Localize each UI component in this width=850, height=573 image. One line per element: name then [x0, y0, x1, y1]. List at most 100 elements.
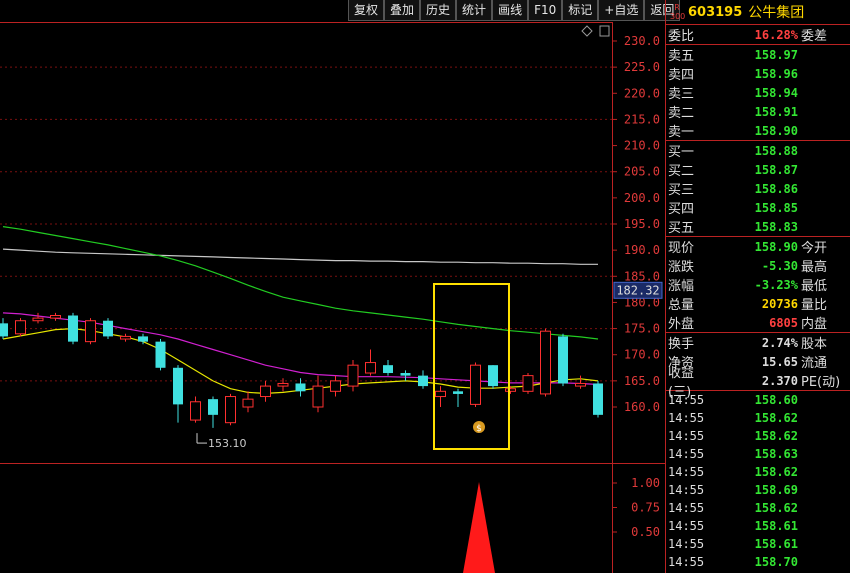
candle-body — [103, 320, 113, 337]
toolbar-fuquan-button[interactable]: 复权 — [348, 0, 385, 21]
sell-level-price: 158.97 — [754, 47, 798, 62]
quote-value: 20736 — [761, 296, 798, 311]
buy-row: 买三 158.86 — [666, 179, 850, 199]
sell-level-label: 卖四 — [668, 68, 695, 83]
tick-price: 158.63 — [754, 447, 798, 461]
chart-toolbar: 复权 叠加 历史 统计 画线 F10 标记 +自选 返回 — [348, 0, 681, 21]
sell-level-label: 卖二 — [668, 106, 695, 121]
tick-price: 158.62 — [754, 501, 798, 515]
candle-body — [208, 399, 218, 415]
kline-chart[interactable]: 230.0 225.0 220.0 215.0 210.0 205.0 200.0 195.0… — [0, 0, 665, 573]
candle-body — [0, 323, 8, 337]
candle-body — [540, 330, 551, 395]
quote-row: 涨幅 -3.23% 最低 — [666, 275, 850, 295]
tick-time: 14:55 — [668, 501, 705, 515]
buy-level-label: 买三 — [668, 183, 695, 198]
candle-body — [15, 320, 26, 335]
tick-price: 158.62 — [754, 411, 798, 425]
low-marker-label: 153.10 — [208, 437, 247, 450]
toolbar-add-watchlist-button[interactable]: +自选 — [598, 0, 645, 21]
price-axis-label: 195.0 — [624, 217, 660, 231]
price-axis-label: 185.0 — [624, 269, 660, 283]
ma-line-long — [2, 248, 598, 265]
tick-time: 14:55 — [668, 537, 705, 551]
buy-row: 买四 158.85 — [666, 198, 850, 218]
candle-body — [522, 375, 534, 392]
toolbar-f10-button[interactable]: F10 — [528, 0, 563, 21]
price-axis-label: 160.0 — [624, 400, 660, 414]
tick-price: 158.61 — [754, 537, 798, 551]
buy-level-label: 买一 — [668, 145, 695, 160]
tick-price: 158.62 — [754, 465, 798, 479]
quote-row: 总量 20736 量比 — [666, 294, 850, 314]
candle-body — [365, 362, 376, 374]
toolbar-stats-button[interactable]: 统计 — [456, 0, 493, 21]
candle-body — [173, 367, 183, 405]
quote-value: -3.23% — [754, 277, 798, 292]
sell-row: 卖一 158.90 — [666, 121, 850, 141]
sell-row: 卖二 158.91 — [666, 102, 850, 122]
tick-time: 14:55 — [668, 483, 705, 497]
quote-label2: 今开 — [801, 241, 828, 256]
candle-body — [453, 391, 463, 394]
candle-body — [558, 336, 568, 384]
tick-time: 14:55 — [668, 447, 705, 461]
candle-body — [295, 383, 306, 392]
tick-price: 158.70 — [754, 555, 798, 569]
quote-label: 外盘 — [668, 317, 695, 332]
candle-body — [138, 336, 148, 342]
candle-body — [242, 398, 254, 408]
buy-level-price: 158.85 — [754, 200, 798, 215]
quote-label: 现价 — [668, 241, 695, 256]
tick-list[interactable]: 14:55 158.60 14:55 158.62 14:55 158.62 14:55 15… — [666, 391, 850, 571]
quote-label: 涨幅 — [668, 279, 695, 294]
fundamental-row: 换手 2.74% 股本 — [666, 333, 850, 353]
toolbar-mark-button[interactable]: 标记 — [562, 0, 599, 21]
buy-level-price: 158.83 — [754, 219, 798, 234]
buy-level-price: 158.88 — [754, 143, 798, 158]
quote-label2: 量比 — [801, 298, 828, 313]
toolbar-history-button[interactable]: 历史 — [420, 0, 457, 21]
fundamental-label2: 流通 — [801, 356, 828, 371]
candle-body — [435, 390, 446, 398]
kline-chart-area[interactable]: 230.0 225.0 220.0 215.0 210.0 205.0 200.0 195.0… — [0, 0, 681, 573]
tick-time: 14:55 — [668, 465, 705, 479]
stock-name: 公牛集团 — [748, 5, 805, 21]
toolbar-overlay-button[interactable]: 叠加 — [384, 0, 421, 21]
price-axis-label: 190.0 — [624, 243, 660, 257]
sell-level-price: 158.90 — [754, 123, 798, 138]
quote-row: 外盘 6805 内盘 — [666, 313, 850, 333]
tick-row: 14:55 158.62 — [666, 463, 850, 481]
price-axis-label: 225.0 — [624, 60, 660, 74]
candle-body — [593, 383, 603, 415]
indicator-axis-label: 0.75 — [631, 501, 660, 515]
candle-body — [85, 320, 96, 343]
toolbar-draw-button[interactable]: 画线 — [492, 0, 529, 21]
quote-label: 总量 — [668, 298, 695, 313]
stock-header: R 300 603195 公牛集团 — [666, 0, 850, 25]
collapse-icon — [581, 25, 593, 37]
current-price-tag: 182.32 — [616, 283, 659, 297]
candle-body — [505, 388, 516, 392]
badge-bottom: 300 — [670, 12, 686, 21]
money-bag-glyph: $ — [476, 424, 482, 434]
candle-body — [32, 317, 44, 322]
tick-row: 14:55 158.62 — [666, 409, 850, 427]
buy-level-label: 买二 — [668, 164, 695, 179]
sell-level-label: 卖五 — [668, 49, 695, 64]
quote-row: 现价 158.90 今开 — [666, 237, 850, 257]
tick-row: 14:55 158.69 — [666, 481, 850, 499]
tick-time: 14:55 — [668, 411, 705, 425]
candle-body — [312, 385, 324, 408]
fundamental-value: 15.65 — [761, 354, 798, 369]
quote-panel: R 300 603195 公牛集团 委比 16.28% 委差 卖五 158.97 … — [665, 0, 850, 573]
fundamental-label: 换手 — [668, 337, 695, 352]
fundamental-value: 2.370 — [761, 373, 798, 388]
candle-body — [260, 385, 271, 398]
tick-row: 14:55 158.61 — [666, 517, 850, 535]
candle-body — [50, 315, 61, 319]
candle-body — [488, 365, 498, 387]
sell-level-price: 158.91 — [754, 104, 798, 119]
buy-level-price: 158.87 — [754, 162, 798, 177]
buy-level-label: 买四 — [668, 202, 695, 217]
